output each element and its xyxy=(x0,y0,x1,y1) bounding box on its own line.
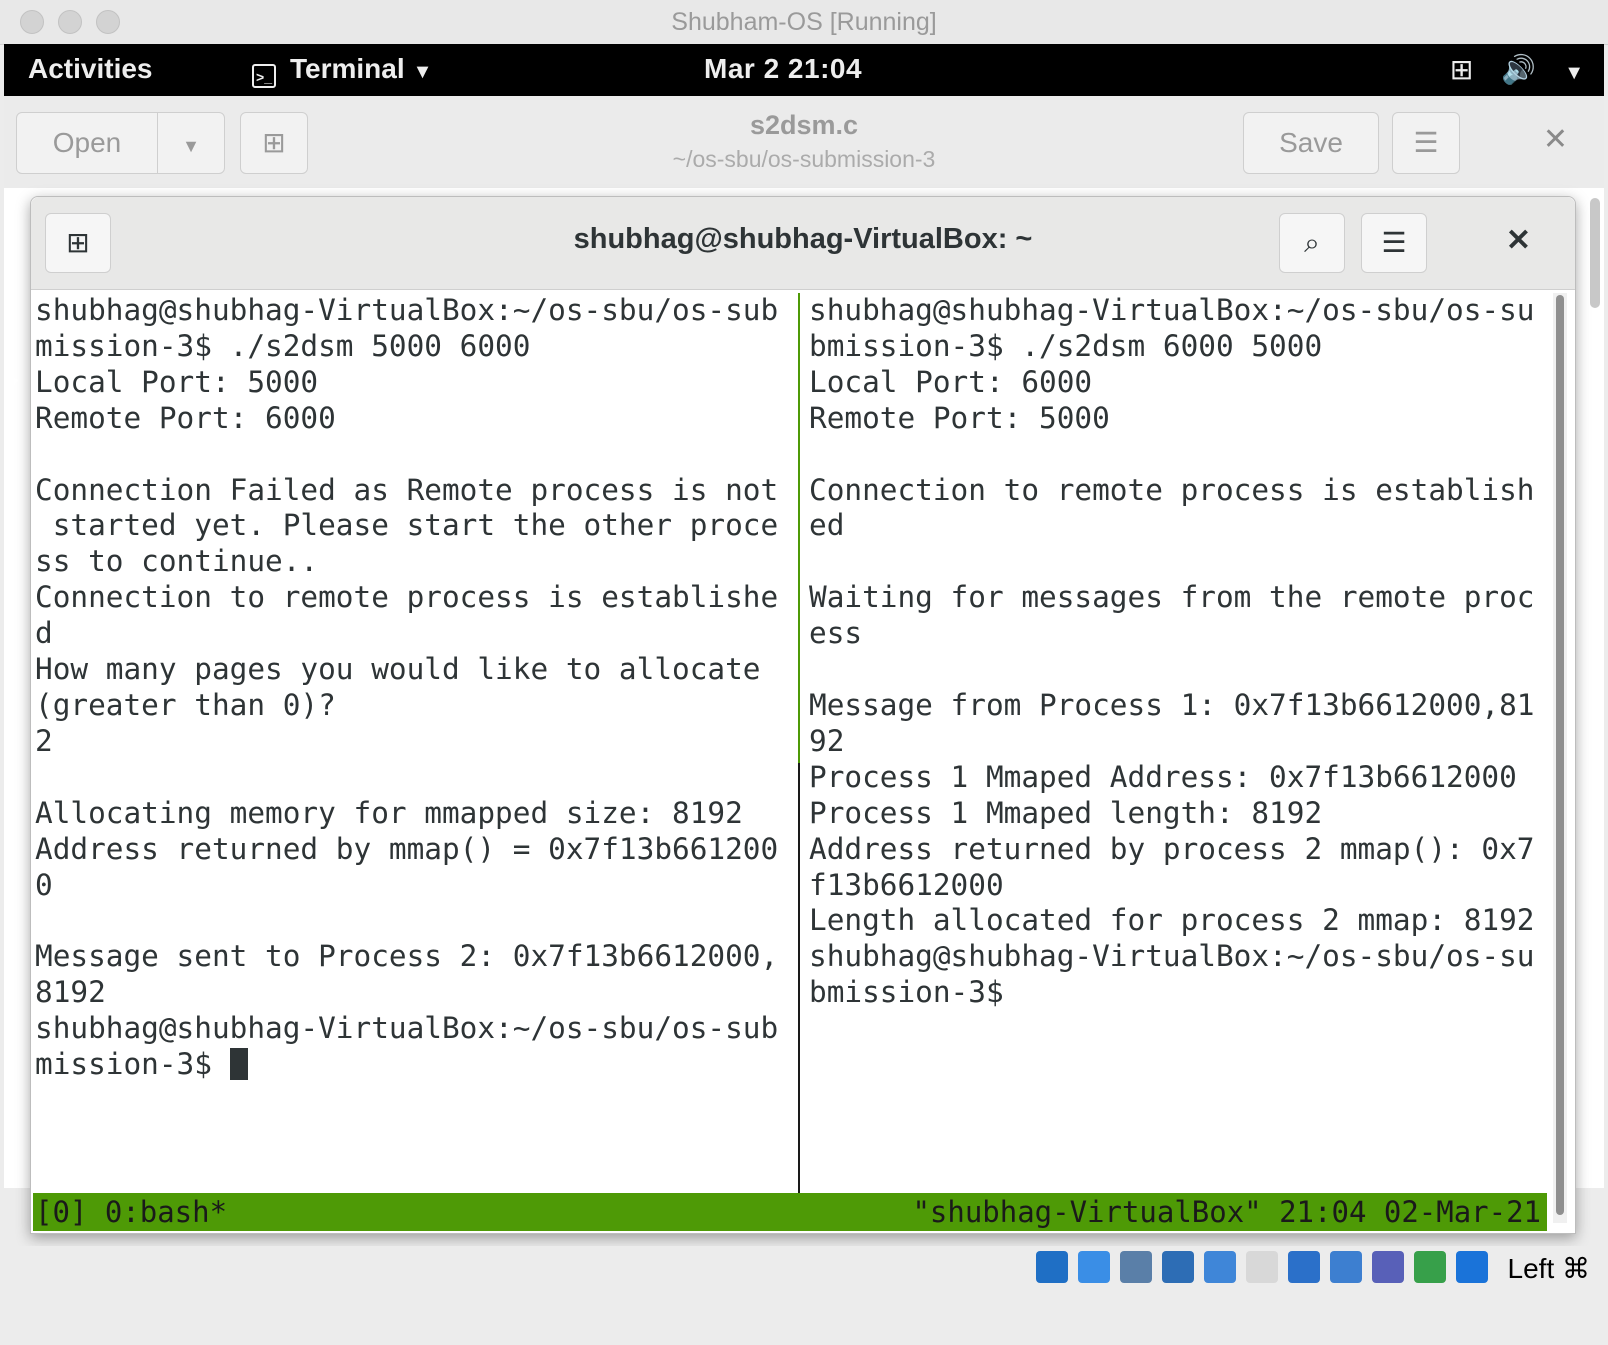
terminal-headerbar: ⊞ shubhag@shubhag-VirtualBox: ~ ⌕ ☰ ✕ xyxy=(31,197,1575,290)
vbox-window-titlebar: Shubham-OS [Running] xyxy=(0,0,1608,45)
terminal-line: Local Port: 6000 xyxy=(809,364,1093,399)
terminal-line: Waiting for messages from the remote pro… xyxy=(809,580,1535,615)
terminal-line: f13b6612000 xyxy=(809,867,1004,902)
optical-drive-icon[interactable] xyxy=(1078,1251,1110,1284)
terminal-window: ⊞ shubhag@shubhag-VirtualBox: ~ ⌕ ☰ ✕ sh… xyxy=(30,196,1576,1234)
vbox-window-title: Shubham-OS [Running] xyxy=(671,8,937,36)
vbox-status-bar: Left ⌘ xyxy=(0,1246,1608,1288)
terminal-line: ss to continue.. xyxy=(35,544,319,579)
terminal-line: d xyxy=(35,616,53,651)
hamburger-menu-icon: ☰ xyxy=(1381,227,1407,258)
terminal-line: 92 xyxy=(809,723,845,758)
search-button[interactable]: ⌕ xyxy=(1279,213,1345,273)
mouse-integration-icon[interactable] xyxy=(1456,1251,1488,1284)
hard-disk-icon[interactable] xyxy=(1036,1251,1068,1284)
network-icon[interactable] xyxy=(1162,1251,1194,1284)
terminal-line: mission-3$ xyxy=(35,1047,795,1083)
save-button[interactable]: Save xyxy=(1243,112,1379,174)
terminal-line: Process 1 Mmaped Address: 0x7f13b6612000 xyxy=(809,759,1517,794)
search-icon: ⌕ xyxy=(1304,227,1320,258)
system-tray[interactable]: ⊞ 🔊 ▼ xyxy=(1422,53,1584,86)
terminal-line: ed xyxy=(809,508,845,543)
terminal-line: Address returned by process 2 mmap(): 0x… xyxy=(809,831,1535,866)
terminal-line: shubhag@shubhag-VirtualBox:~/os-sbu/os-s… xyxy=(809,939,1535,974)
terminal-line: Local Port: 5000 xyxy=(35,364,319,399)
video-capture-icon[interactable] xyxy=(1372,1251,1404,1284)
vbox-device-icons xyxy=(1036,1250,1498,1284)
chevron-down-icon: ▼ xyxy=(1564,62,1584,84)
terminal-line: shubhag@shubhag-VirtualBox:~/os-sbu/os-s… xyxy=(35,1011,779,1046)
shared-folders-icon[interactable] xyxy=(1246,1251,1278,1284)
volume-icon: 🔊 xyxy=(1501,54,1537,85)
gedit-close-button[interactable]: ✕ xyxy=(1543,122,1568,157)
tmux-pane-right[interactable]: shubhag@shubhag-VirtualBox:~/os-sbu/os-s… xyxy=(809,293,1579,1193)
usb-icon[interactable] xyxy=(1204,1251,1236,1284)
active-pane-indicator xyxy=(798,293,800,763)
terminal-line: bmission-3$ ./s2dsm 6000 5000 xyxy=(809,328,1323,363)
terminal-line: Length allocated for process 2 mmap: 819… xyxy=(809,903,1535,938)
gnome-top-bar: Activities >_ Terminal ▼ Mar 2 21:04 ⊞ 🔊 ▼ xyxy=(4,44,1604,96)
host-key-indicator[interactable]: Left ⌘ xyxy=(1508,1252,1590,1285)
clock[interactable]: Mar 2 21:04 xyxy=(704,53,862,85)
mouse-pointer-icon xyxy=(4,370,18,402)
audio-icon[interactable] xyxy=(1120,1251,1152,1284)
terminal-icon: >_ xyxy=(252,64,276,88)
terminal-line: Address returned by mmap() = 0x7f13b6612… xyxy=(35,831,779,866)
terminal-menu-button[interactable]: ☰ xyxy=(1361,213,1427,273)
text-cursor xyxy=(229,1048,248,1081)
terminal-line: Allocating memory for mmapped size: 8192 xyxy=(35,795,743,830)
terminal-line: Remote Port: 5000 xyxy=(809,400,1110,435)
terminal-line: Connection to remote process is establis… xyxy=(35,580,779,615)
app-menu-label: Terminal xyxy=(290,53,405,84)
network-icon: ⊞ xyxy=(1449,54,1474,85)
close-icon: ✕ xyxy=(1542,123,1568,156)
terminal-line: Remote Port: 6000 xyxy=(35,400,336,435)
terminal-line: shubhag@shubhag-VirtualBox:~/os-sbu/os-s… xyxy=(35,293,779,327)
terminal-line: started yet. Please start the other proc… xyxy=(35,508,779,543)
terminal-line: Message sent to Process 2: 0x7f13b661200… xyxy=(35,939,779,974)
terminal-scrollbar[interactable] xyxy=(1553,293,1567,1223)
activities-button[interactable]: Activities xyxy=(28,53,153,85)
chevron-down-icon: ▼ xyxy=(412,61,433,83)
terminal-close-button[interactable]: ✕ xyxy=(1506,223,1531,258)
terminal-line: 8192 xyxy=(35,975,106,1010)
gedit-headerbar: Open ▼ ⊞ s2dsm.c ~/os-sbu/os-submission-… xyxy=(4,96,1604,189)
tmux-window-list: [0] 0:bash* xyxy=(35,1195,228,1229)
terminal-line: 0 xyxy=(35,867,53,902)
close-icon: ✕ xyxy=(1505,224,1531,257)
terminal-line: ess xyxy=(809,616,863,651)
app-menu-button[interactable]: >_ Terminal ▼ xyxy=(252,53,432,88)
terminal-line: How many pages you would like to allocat… xyxy=(35,652,761,687)
gedit-menu-button[interactable]: ☰ xyxy=(1392,112,1460,174)
tmux-status-bar: [0] 0:bash* "shubhag-VirtualBox" 21:04 0… xyxy=(33,1193,1547,1231)
terminal-line: shubhag@shubhag-VirtualBox:~/os-sbu/os-s… xyxy=(809,293,1535,327)
terminal-line: 2 xyxy=(35,723,53,758)
hamburger-menu-icon: ☰ xyxy=(1413,127,1439,158)
terminal-line: (greater than 0)? xyxy=(35,687,336,722)
terminal-line: bmission-3$ xyxy=(809,975,1004,1010)
tmux-pane-left[interactable]: shubhag@shubhag-VirtualBox:~/os-sbu/os-s… xyxy=(35,293,795,1193)
cpu-icon[interactable] xyxy=(1414,1251,1446,1284)
pane-divider[interactable] xyxy=(798,293,800,1193)
gedit-scrollbar[interactable] xyxy=(1590,198,1600,308)
terminal-line: Message from Process 1: 0x7f13b6612000,8… xyxy=(809,687,1535,722)
terminal-line: Connection Failed as Remote process is n… xyxy=(35,472,779,507)
terminal-line: mission-3$ ./s2dsm 5000 6000 xyxy=(35,328,531,363)
terminal-line: Process 1 Mmaped length: 8192 xyxy=(809,795,1323,830)
display-icon[interactable] xyxy=(1288,1251,1320,1284)
tmux-status-right: "shubhag-VirtualBox" 21:04 02-Mar-21 xyxy=(912,1195,1541,1229)
terminal-line: Connection to remote process is establis… xyxy=(809,472,1535,507)
screen-icon[interactable] xyxy=(1330,1251,1362,1284)
scrollbar-thumb[interactable] xyxy=(1556,295,1564,1215)
